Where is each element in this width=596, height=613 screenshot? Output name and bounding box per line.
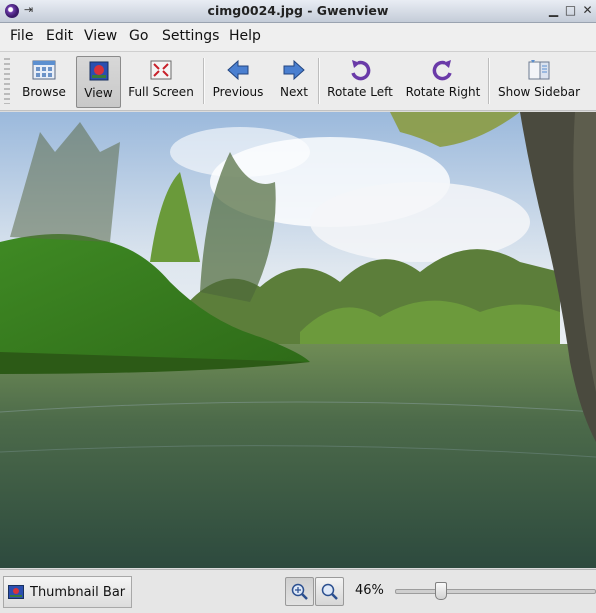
next-button[interactable]: Next bbox=[276, 56, 312, 106]
toolbar-separator bbox=[488, 58, 489, 104]
rotate-left-icon bbox=[351, 60, 371, 81]
fullscreen-icon bbox=[150, 60, 172, 80]
show-sidebar-label: Show Sidebar bbox=[497, 85, 581, 99]
rotate-left-button[interactable]: Rotate Left bbox=[326, 56, 394, 106]
menu-file[interactable]: File bbox=[10, 28, 33, 44]
close-icon[interactable]: ✕ bbox=[580, 3, 595, 18]
toolbar-separator bbox=[318, 58, 319, 104]
maximize-icon[interactable]: □ bbox=[563, 3, 578, 18]
arrow-left-icon bbox=[227, 59, 249, 81]
menu-settings[interactable]: Settings bbox=[162, 28, 219, 44]
zoom-fit-icon bbox=[291, 583, 308, 600]
fullscreen-label: Full Screen bbox=[128, 85, 194, 99]
browse-label: Browse bbox=[22, 85, 66, 99]
zoom-percentage: 46% bbox=[355, 583, 384, 598]
show-sidebar-button[interactable]: Show Sidebar bbox=[496, 56, 582, 106]
zoom-slider[interactable] bbox=[395, 582, 596, 600]
view-button[interactable]: View bbox=[76, 56, 121, 108]
menu-help[interactable]: Help bbox=[229, 28, 261, 44]
rotate-right-label: Rotate Right bbox=[405, 85, 481, 99]
zoom-to-fit-button[interactable] bbox=[285, 577, 314, 606]
window-title: cimg0024.jpg - Gwenview bbox=[207, 3, 389, 18]
toolbar-grip[interactable] bbox=[4, 58, 10, 104]
thumbnail-icon bbox=[8, 585, 24, 599]
rotate-left-label: Rotate Left bbox=[327, 85, 393, 99]
status-bar: Thumbnail Bar 46% bbox=[0, 569, 596, 613]
fullscreen-button[interactable]: Full Screen bbox=[126, 56, 196, 106]
zoom-actual-size-button[interactable] bbox=[315, 577, 344, 606]
thumbnail-bar-label: Thumbnail Bar bbox=[30, 584, 126, 600]
rotate-right-icon bbox=[432, 60, 452, 81]
previous-button[interactable]: Previous bbox=[210, 56, 266, 106]
image-viewer[interactable] bbox=[0, 112, 596, 568]
toolbar-separator bbox=[203, 58, 204, 104]
title-bar: ⇥ cimg0024.jpg - Gwenview ▁ □ ✕ bbox=[0, 0, 596, 23]
arrow-right-icon bbox=[283, 59, 305, 81]
thumbnail-bar-button[interactable]: Thumbnail Bar bbox=[3, 576, 133, 608]
photo-landscape bbox=[0, 112, 596, 568]
menu-go[interactable]: Go bbox=[129, 28, 148, 44]
main-toolbar: Browse View Full Screen Previous Next Ro… bbox=[0, 52, 596, 111]
zoom-icon bbox=[321, 583, 338, 600]
browse-button[interactable]: Browse bbox=[18, 56, 70, 106]
previous-label: Previous bbox=[212, 85, 264, 99]
menu-bar: File Edit View Go Settings Help bbox=[0, 23, 596, 52]
rotate-right-button[interactable]: Rotate Right bbox=[405, 56, 481, 106]
zoom-slider-track[interactable] bbox=[395, 589, 596, 594]
browse-grid-icon bbox=[32, 60, 56, 80]
sidebar-icon bbox=[528, 60, 550, 80]
view-image-icon bbox=[89, 61, 108, 81]
minimize-icon[interactable]: ▁ bbox=[546, 3, 561, 18]
zoom-slider-handle[interactable] bbox=[435, 582, 447, 600]
menu-view[interactable]: View bbox=[84, 28, 117, 44]
view-label: View bbox=[84, 86, 113, 100]
menu-edit[interactable]: Edit bbox=[46, 28, 73, 44]
next-label: Next bbox=[280, 85, 308, 99]
